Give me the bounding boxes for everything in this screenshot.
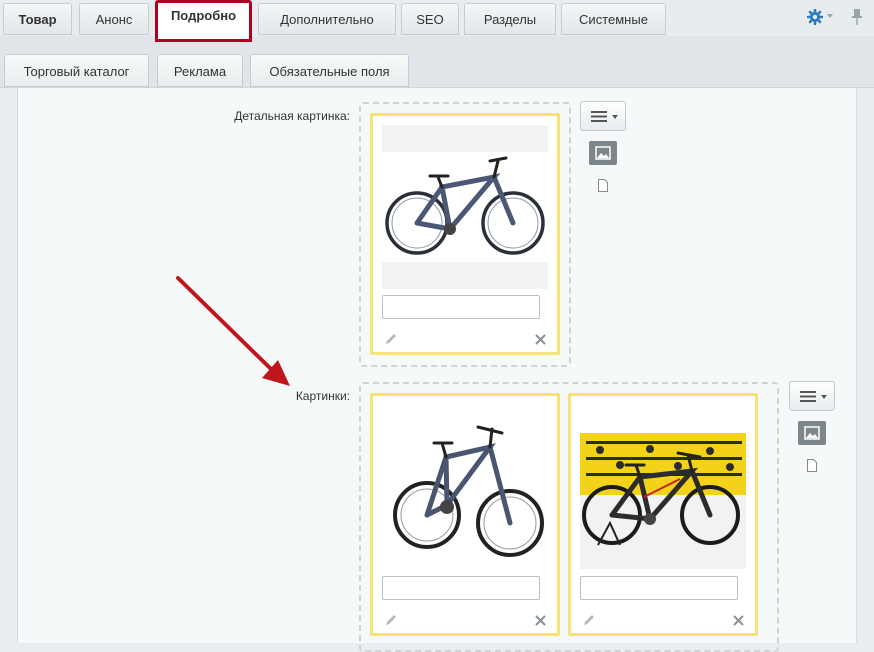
file-icon[interactable]	[807, 459, 817, 472]
close-icon[interactable]	[535, 334, 546, 345]
tab-details[interactable]: Подробно	[155, 0, 252, 42]
file-icon[interactable]	[598, 179, 608, 192]
detail-picture-description-input[interactable]	[382, 295, 540, 319]
bicycle-in-shop-image[interactable]	[580, 405, 746, 569]
image-upload-icon[interactable]	[589, 141, 617, 165]
hamburger-icon	[591, 111, 607, 122]
bicycle-image[interactable]	[382, 125, 548, 289]
chevron-down-icon[interactable]	[827, 14, 833, 18]
pin-icon[interactable]	[851, 8, 863, 26]
picture-card	[370, 393, 560, 636]
tab-seo[interactable]: SEO	[401, 3, 459, 35]
pencil-icon[interactable]	[384, 613, 398, 627]
hamburger-icon	[800, 391, 816, 402]
detail-picture-label: Детальная картинка:	[234, 109, 350, 123]
pictures-label: Картинки:	[295, 389, 350, 403]
close-icon[interactable]	[733, 615, 744, 626]
tab-required-fields[interactable]: Обязательные поля	[250, 54, 409, 87]
tab-sections[interactable]: Разделы	[464, 3, 556, 35]
picture-description-input[interactable]	[580, 576, 738, 600]
chevron-down-icon	[612, 115, 618, 119]
detail-picture-card	[370, 113, 560, 355]
picture-description-input[interactable]	[382, 576, 540, 600]
chevron-down-icon	[821, 395, 827, 399]
bicycle-image[interactable]	[382, 405, 548, 569]
close-icon[interactable]	[535, 615, 546, 626]
tab-trade-catalog[interactable]: Торговый каталог	[4, 54, 149, 87]
pencil-icon[interactable]	[582, 613, 596, 627]
tab-announce[interactable]: Анонс	[79, 3, 149, 35]
image-upload-icon[interactable]	[798, 421, 826, 445]
picture-card	[568, 393, 758, 636]
tab-advertising[interactable]: Реклама	[157, 54, 243, 87]
pictures-menu-button[interactable]	[789, 381, 835, 411]
gear-icon[interactable]	[807, 9, 823, 25]
tab-system[interactable]: Системные	[561, 3, 666, 35]
content-area: Детальная картинка: Картинки:	[0, 88, 874, 652]
tab-additional[interactable]: Дополнительно	[258, 3, 396, 35]
pencil-icon[interactable]	[384, 332, 398, 346]
tab-product[interactable]: Товар	[3, 3, 72, 35]
detail-picture-menu-button[interactable]	[580, 101, 626, 131]
